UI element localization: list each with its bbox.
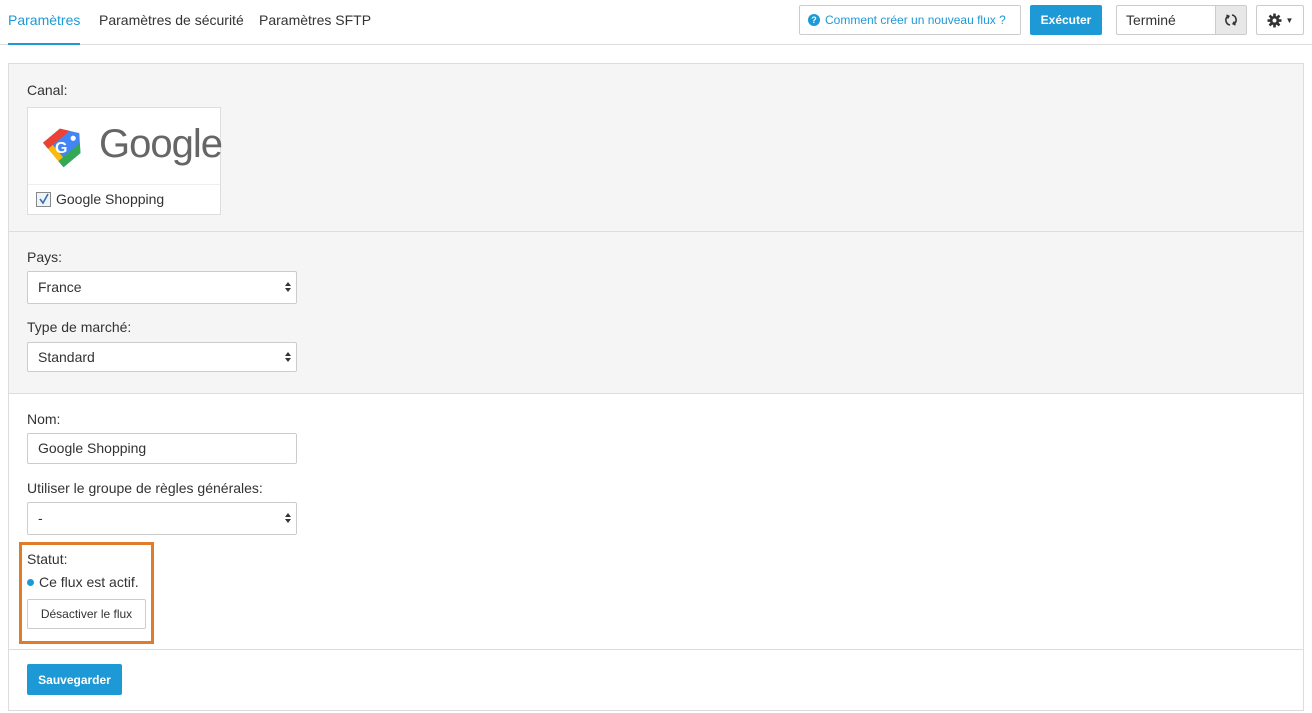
gear-icon [1267, 12, 1282, 28]
run-status-text: Terminé [1126, 12, 1176, 28]
select-arrows-icon [285, 513, 291, 523]
name-value: Google Shopping [38, 440, 147, 456]
help-link-button[interactable]: ? Comment créer un nouveau flux ? [799, 5, 1021, 35]
market-section: Pays: France Type de marché: Standard [9, 232, 1303, 394]
country-label: Pays: [27, 249, 63, 265]
country-value: France [38, 279, 82, 295]
settings-dropdown-button[interactable]: ▼ [1256, 5, 1304, 35]
rules-group-value: - [38, 510, 43, 526]
tab-parametres-securite[interactable]: Paramètres de sécurité [99, 12, 244, 45]
feed-details-section: Nom: Google Shopping Utiliser le groupe … [9, 394, 1303, 650]
run-status-box: Terminé [1116, 5, 1247, 35]
channel-label: Canal: [27, 82, 68, 98]
save-button[interactable]: Sauvegarder [27, 664, 122, 695]
rules-group-select[interactable]: - [27, 502, 297, 535]
select-arrows-icon [285, 352, 291, 362]
channel-option-label: Google Shopping [56, 191, 165, 207]
market-type-select[interactable]: Standard [27, 342, 297, 372]
channel-section: Canal: G Google Google Shopping [9, 64, 1303, 232]
help-label: Comment créer un nouveau flux ? [825, 13, 1006, 27]
tab-parametres-sftp[interactable]: Paramètres SFTP [259, 12, 371, 45]
name-label: Nom: [27, 411, 61, 427]
run-button[interactable]: Exécuter [1030, 5, 1102, 35]
google-shopping-logo: G Google [28, 108, 223, 185]
rules-group-label: Utiliser le groupe de règles générales: [27, 480, 263, 496]
refresh-button[interactable] [1215, 6, 1246, 34]
deactivate-feed-button[interactable]: Désactiver le flux [27, 599, 146, 629]
select-arrows-icon [285, 282, 291, 292]
channel-option[interactable]: Google Shopping [36, 191, 164, 207]
status-text: Ce flux est actif. [39, 574, 139, 590]
name-input[interactable]: Google Shopping [27, 433, 297, 464]
checkmark-icon [38, 193, 49, 205]
tab-parametres[interactable]: Paramètres [8, 12, 81, 45]
market-type-label: Type de marché: [27, 319, 132, 335]
channel-checkbox[interactable] [36, 191, 51, 207]
refresh-icon [1225, 14, 1237, 26]
market-type-value: Standard [38, 349, 95, 365]
active-status-dot [27, 579, 34, 586]
question-icon: ? [808, 14, 820, 26]
status-label: Statut: [27, 551, 68, 567]
chevron-down-icon: ▼ [1285, 15, 1294, 25]
svg-text:G: G [55, 140, 67, 157]
save-section: Sauvegarder [9, 650, 1303, 710]
feed-settings-panel: Canal: G Google Google Shopping Pays: Fr… [8, 63, 1304, 711]
google-shopping-tag-icon: G [42, 128, 81, 168]
country-select[interactable]: France [27, 271, 297, 304]
google-wordmark: Google [99, 122, 223, 166]
top-bar: Paramètres Paramètres de sécurité Paramè… [0, 0, 1312, 45]
channel-card[interactable]: G Google Google Shopping [27, 107, 223, 215]
